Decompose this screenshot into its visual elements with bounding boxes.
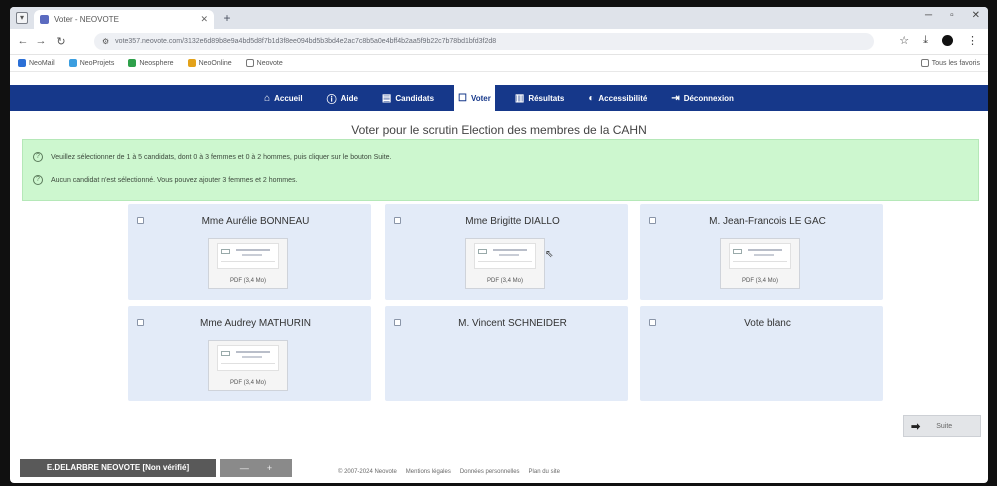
ballot-box-icon: ☐ <box>458 92 468 104</box>
download-icon[interactable]: ⤓ <box>923 34 928 47</box>
main-navigation: ⌂ Accueil ⓘ Aide ▤ Candidats ☐ Voter ▥ Résult… <box>10 85 988 111</box>
bookmark-icon <box>187 59 196 67</box>
footer-link-mentions[interactable]: Mentions légales <box>406 469 451 475</box>
window-menu-icon[interactable]: ▾ <box>16 12 28 24</box>
candidate-document-link[interactable]: PDF (3,4 Mo) <box>208 238 288 289</box>
home-icon: ⌂ <box>264 92 271 104</box>
close-window-icon[interactable]: ✕ <box>972 10 980 21</box>
arrow-right-icon: ➡ <box>911 420 921 433</box>
document-thumbnail <box>217 345 279 371</box>
document-size: PDF (3,4 Mo) <box>229 380 266 386</box>
candidate-card[interactable]: M. Vincent SCHNEIDER <box>385 306 628 401</box>
bookmark-item[interactable]: NeoOnline <box>187 59 232 67</box>
tab-bar: ▾ Voter - NEOVOTE ✕ + ─ ▫ ✕ <box>10 7 988 29</box>
document-thumbnail <box>474 243 536 269</box>
forward-icon[interactable]: → <box>34 35 48 47</box>
site-info-icon[interactable]: ⚙ <box>102 37 109 46</box>
help-circle-icon: ? <box>33 152 43 162</box>
candidate-name: M. Jean-Francois LE GAC <box>709 216 826 227</box>
suite-button[interactable]: ➡ Suite <box>903 415 981 437</box>
all-bookmarks[interactable]: Tous les favoris <box>920 59 980 67</box>
page-title: Voter pour le scrutin Election des membr… <box>351 123 647 137</box>
more-menu-icon[interactable]: ⋮ <box>967 34 978 47</box>
user-extra-controls: — + <box>220 459 292 477</box>
toolbar-actions: ☆ ⤓ ⋮ <box>899 34 978 47</box>
selection-status-line: ? Aucun candidat n'est sélectionné. Vous… <box>33 175 297 185</box>
maximize-icon[interactable]: ▫ <box>950 10 954 21</box>
bookmark-icon <box>18 59 26 67</box>
help-icon: ⓘ <box>326 94 337 106</box>
help-circle-icon: ? <box>33 175 43 185</box>
bookmark-item[interactable]: NeoProjets <box>68 59 114 67</box>
document-size: PDF (3,4 Mo) <box>741 278 778 284</box>
nav-resultats[interactable]: ▥ Résultats <box>511 85 568 111</box>
tab-title: Voter - NEOVOTE <box>54 15 119 24</box>
copyright: © 2007-2024 Neovote <box>338 469 397 475</box>
folder-icon <box>920 59 929 67</box>
candidate-card[interactable]: Mme Brigitte DIALLO PDF (3,4 Mo) <box>385 204 628 300</box>
id-card-icon: ▤ <box>381 92 392 104</box>
bar-chart-icon: ▥ <box>514 92 525 104</box>
document-size: PDF (3,4 Mo) <box>229 278 266 284</box>
accessibility-icon: ◐ <box>588 92 595 104</box>
document-size: PDF (3,4 Mo) <box>486 278 523 284</box>
candidate-card[interactable]: M. Jean-Francois LE GAC PDF (3,4 Mo) <box>640 204 883 300</box>
blank-vote-label: Vote blanc <box>744 318 791 329</box>
nav-accueil[interactable]: ⌂ Accueil <box>260 85 307 111</box>
window-controls: ─ ▫ ✕ <box>925 10 980 21</box>
candidate-document-link[interactable]: PDF (3,4 Mo) <box>465 238 545 289</box>
bookmark-star-icon[interactable]: ☆ <box>899 34 909 47</box>
bookmark-item[interactable]: NeoMail <box>18 59 55 67</box>
footer: © 2007-2024 Neovote Mentions légales Don… <box>338 469 560 475</box>
document-thumbnail <box>729 243 791 269</box>
collapse-icon[interactable]: — <box>240 463 249 473</box>
nav-aide[interactable]: ⓘ Aide <box>323 85 362 111</box>
bookmark-item[interactable]: Neovote <box>245 59 283 67</box>
footer-link-donnees[interactable]: Données personnelles <box>460 469 520 475</box>
new-tab-icon[interactable]: + <box>220 11 234 25</box>
nav-voter[interactable]: ☐ Voter <box>454 85 495 111</box>
nav-accessibilite[interactable]: ◐ Accessibilité <box>584 85 651 111</box>
bookmarks-bar: NeoMail NeoProjets Neosphere NeoOnline N… <box>10 55 988 72</box>
blank-vote-card[interactable]: Vote blanc <box>640 306 883 401</box>
bookmark-icon <box>68 59 77 67</box>
candidate-name: Mme Audrey MATHURIN <box>200 318 311 329</box>
user-badge[interactable]: E.DELARBRE NEOVOTE [Non vérifié] <box>20 459 216 477</box>
candidate-document-link[interactable]: PDF (3,4 Mo) <box>720 238 800 289</box>
folder-icon <box>245 59 254 67</box>
nav-candidats[interactable]: ▤ Candidats <box>378 85 438 111</box>
minimize-icon[interactable]: ─ <box>925 10 932 21</box>
candidate-document-link[interactable]: PDF (3,4 Mo) <box>208 340 288 391</box>
address-bar: ← → ↻ ⚙ vote357.neovote.com/3132e6d89b8e… <box>10 29 988 55</box>
nav-deconnexion[interactable]: ⇥ Déconnexion <box>667 85 738 111</box>
url-input[interactable]: ⚙ vote357.neovote.com/3132e6d89b8e9a4bd5… <box>94 33 874 50</box>
candidate-name: M. Vincent SCHNEIDER <box>458 318 567 329</box>
candidate-card[interactable]: Mme Aurélie BONNEAU PDF (3,4 Mo) <box>128 204 371 300</box>
logout-icon: ⇥ <box>671 92 680 104</box>
candidate-name: Mme Aurélie BONNEAU <box>201 216 310 227</box>
browser-tab[interactable]: Voter - NEOVOTE ✕ <box>34 10 214 29</box>
reload-icon[interactable]: ↻ <box>54 35 68 48</box>
document-thumbnail <box>217 243 279 269</box>
browser-window: ▾ Voter - NEOVOTE ✕ + ─ ▫ ✕ ← → ↻ ⚙ vote… <box>10 7 988 483</box>
profile-icon[interactable] <box>942 35 953 46</box>
candidate-card[interactable]: Mme Audrey MATHURIN PDF (3,4 Mo) <box>128 306 371 401</box>
bookmark-icon <box>128 59 137 67</box>
instructions-box: ? Veuillez sélectionner de 1 à 5 candida… <box>22 139 979 201</box>
footer-link-plan[interactable]: Plan du site <box>529 469 560 475</box>
candidate-name: Mme Brigitte DIALLO <box>465 216 560 227</box>
back-icon[interactable]: ← <box>16 35 30 47</box>
tab-favicon-icon <box>40 15 49 24</box>
instruction-line: ? Veuillez sélectionner de 1 à 5 candida… <box>33 152 391 162</box>
expand-icon[interactable]: + <box>267 463 272 473</box>
mouse-cursor-icon: ⇖ <box>545 249 554 260</box>
url-text: vote357.neovote.com/3132e6d89b8e9a4bd5d8… <box>115 38 497 45</box>
bookmark-item[interactable]: Neosphere <box>128 59 174 67</box>
tab-close-icon[interactable]: ✕ <box>200 14 208 25</box>
